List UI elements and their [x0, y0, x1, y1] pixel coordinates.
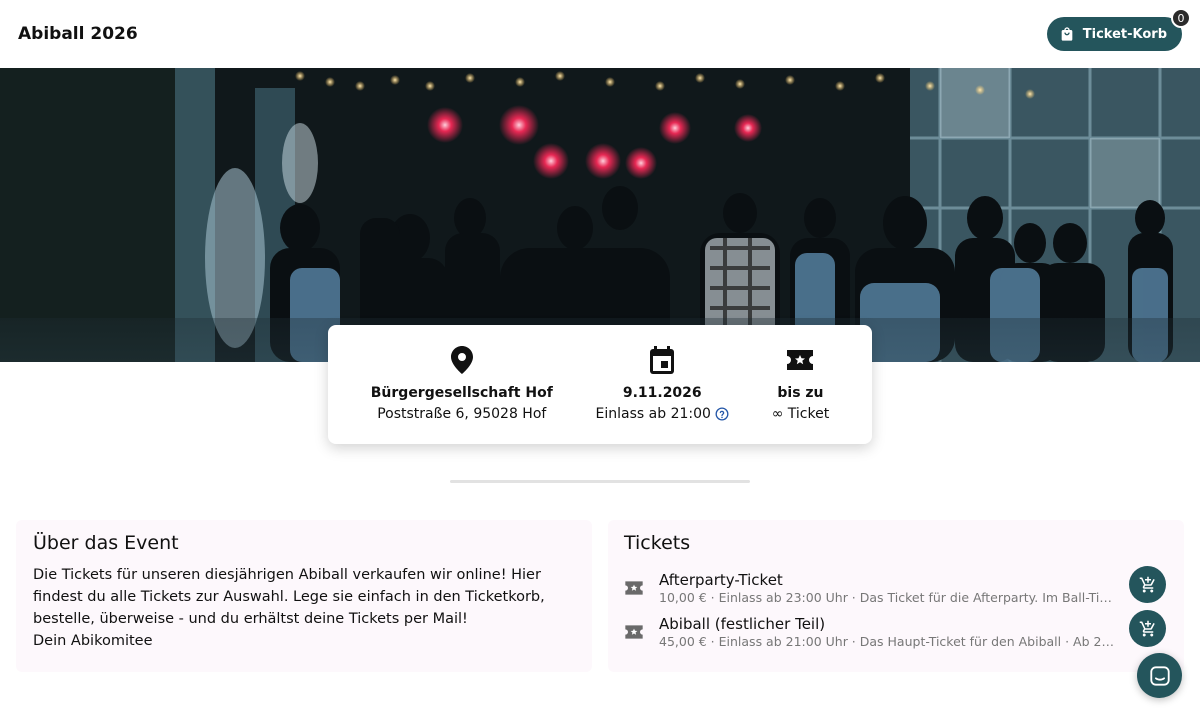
add-cart-icon — [1139, 576, 1155, 592]
ticket-star-icon — [625, 625, 643, 639]
calendar-icon — [650, 346, 675, 374]
location-address-text: Poststraße 6, 95028 Hof — [377, 406, 547, 422]
ticket-limit-value-text: ∞ Ticket — [771, 406, 830, 422]
ticket-item[interactable]: Abiball (festlicher Teil) 45,00 € · Einl… — [624, 610, 1168, 658]
location-info: Bürgergesellschaft Hof Poststraße 6, 950… — [371, 345, 553, 425]
top-bar: Abiball 2026 Ticket-Korb 0 — [0, 0, 1200, 68]
add-to-cart-button[interactable] — [1129, 566, 1166, 603]
ticket-description: 10,00 € · Einlass ab 23:00 Uhr · Das Tic… — [659, 590, 1114, 605]
about-text: Die Tickets für unseren diesjährigen Abi… — [33, 567, 545, 649]
tickets-panel: Tickets Afterparty-Ticket 10,00 € · Einl… — [608, 520, 1184, 672]
about-title: Über das Event — [33, 532, 179, 554]
event-title: Abiball 2026 — [18, 24, 138, 44]
ticket-description: 45,00 € · Einlass ab 21:00 Uhr · Das Hau… — [659, 634, 1114, 649]
help-icon[interactable] — [715, 407, 729, 421]
event-info-card: Bürgergesellschaft Hof Poststraße 6, 950… — [328, 325, 872, 444]
tickets-title: Tickets — [624, 532, 691, 554]
location-pin-icon — [450, 346, 473, 374]
date-info: 9.11.2026 Einlass ab 21:00 — [596, 345, 729, 425]
ticket-name: Abiball (festlicher Teil) — [659, 615, 826, 633]
location-address: Poststraße 6, 95028 Hof — [377, 403, 546, 425]
chat-button[interactable] — [1137, 653, 1182, 698]
ticket-cart-button[interactable]: Ticket-Korb 0 — [1046, 8, 1191, 51]
ticket-star-icon — [625, 581, 643, 595]
ticket-icon — [787, 350, 814, 370]
ticket-name: Afterparty-Ticket — [659, 571, 783, 589]
ticket-limit-value: ∞ Ticket — [772, 403, 830, 425]
cart-count-badge: 0 — [1171, 8, 1191, 28]
event-date: 9.11.2026 — [622, 385, 702, 401]
shopping-bag-icon — [1061, 27, 1073, 41]
location-name: Bürgergesellschaft Hof — [370, 385, 553, 401]
section-divider — [450, 480, 750, 483]
entry-time: Einlass ab 21:00 — [596, 403, 729, 425]
chat-icon — [1149, 665, 1170, 686]
ticket-limit-label: bis zu — [777, 385, 824, 401]
ticket-limit-info: bis zu ∞ Ticket — [772, 345, 830, 425]
ticket-item[interactable]: Afterparty-Ticket 10,00 € · Einlass ab 2… — [624, 566, 1168, 614]
cart-label: Ticket-Korb — [1082, 26, 1167, 42]
entry-time-text: Einlass ab 21:00 — [595, 406, 711, 422]
hero-image — [0, 68, 1200, 362]
about-panel: Über das Event Die Tickets für unseren d… — [16, 520, 592, 672]
add-to-cart-button[interactable] — [1129, 610, 1166, 647]
add-cart-icon — [1139, 620, 1155, 636]
